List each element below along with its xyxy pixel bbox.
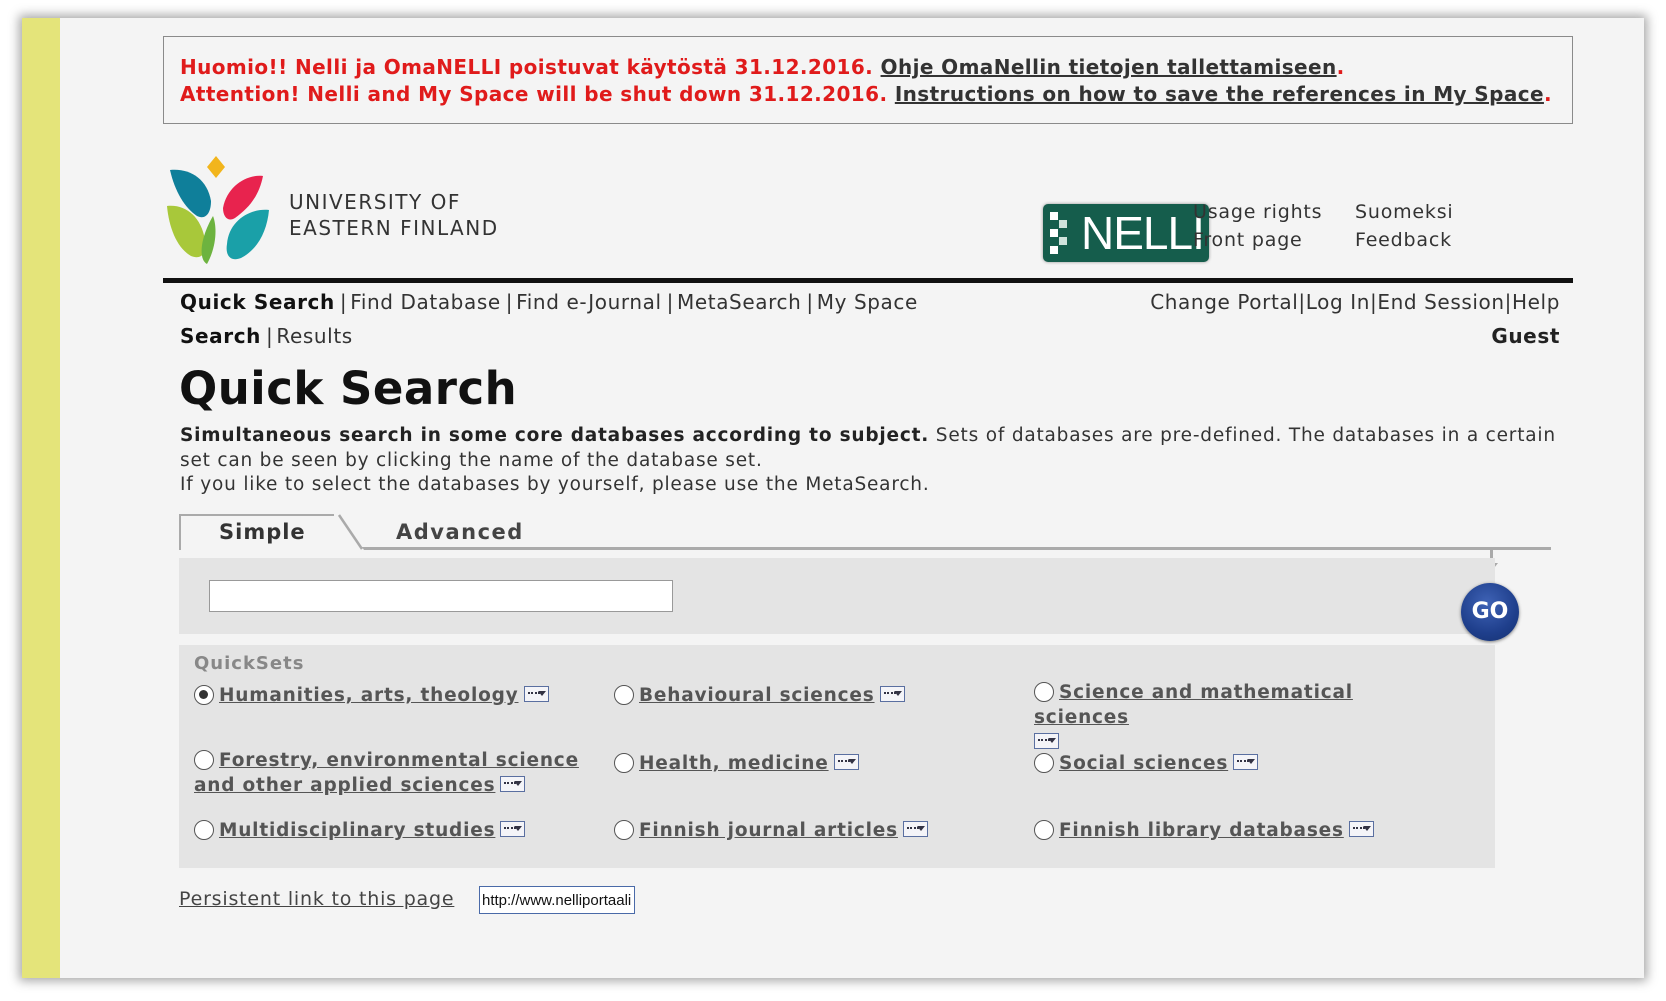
notice-line-en: Attention! Nelli and My Space will be sh… bbox=[180, 82, 1552, 106]
quickset-link-science[interactable]: Science and mathematical sciences bbox=[1034, 682, 1353, 728]
tabs-baseline bbox=[179, 547, 1551, 550]
university-logo-icon bbox=[167, 156, 269, 264]
nav-quick-search[interactable]: Quick Search bbox=[180, 290, 335, 314]
account-nav: Change Portal|Log In|End Session|Help bbox=[1150, 290, 1560, 314]
info-icon[interactable] bbox=[500, 821, 526, 837]
search-input[interactable] bbox=[209, 580, 673, 612]
quickset-item: Science and mathematical sciences bbox=[1034, 680, 1454, 755]
quickset-item: Multidisciplinary studies bbox=[194, 818, 526, 843]
nelli-dots-icon bbox=[1050, 212, 1067, 254]
info-icon[interactable] bbox=[1348, 821, 1374, 837]
header-links-col1: Usage rights Front page bbox=[1193, 198, 1322, 254]
subnav-search[interactable]: Search bbox=[180, 324, 261, 348]
tab-simple[interactable]: Simple bbox=[179, 514, 339, 550]
persistent-link-field[interactable] bbox=[479, 886, 635, 914]
info-icon[interactable] bbox=[1233, 754, 1259, 770]
search-panel bbox=[179, 558, 1495, 634]
front-page-link[interactable]: Front page bbox=[1193, 226, 1322, 254]
quickset-radio-behavioural[interactable] bbox=[614, 685, 634, 705]
nav-my-space[interactable]: My Space bbox=[817, 290, 918, 314]
quickset-link-health[interactable]: Health, medicine bbox=[639, 753, 829, 774]
nav-help[interactable]: Help bbox=[1512, 290, 1560, 314]
header-divider bbox=[163, 278, 1573, 283]
nav-log-in[interactable]: Log In bbox=[1306, 290, 1370, 314]
quickset-link-multidisciplinary[interactable]: Multidisciplinary studies bbox=[219, 820, 495, 841]
quickset-link-behavioural[interactable]: Behavioural sciences bbox=[639, 685, 875, 706]
primary-nav: Quick Search | Find Database | Find e-Journa… bbox=[180, 290, 918, 314]
side-accent-bar bbox=[22, 18, 60, 978]
quickset-item: Humanities, arts, theology bbox=[194, 683, 549, 708]
quickset-item: Health, medicine bbox=[614, 751, 859, 776]
nav-change-portal[interactable]: Change Portal bbox=[1150, 290, 1298, 314]
quickset-radio-finnish-library[interactable] bbox=[1034, 820, 1054, 840]
quickset-radio-science[interactable] bbox=[1034, 682, 1054, 702]
tab-simple-edge bbox=[334, 514, 364, 550]
tab-advanced[interactable]: Advanced bbox=[396, 520, 524, 544]
page-description: Simultaneous search in some core databas… bbox=[180, 425, 1556, 495]
quickset-item: Finnish journal articles bbox=[614, 818, 928, 843]
quickset-link-social[interactable]: Social sciences bbox=[1059, 753, 1228, 774]
quicksets-label: QuickSets bbox=[194, 653, 305, 674]
persistent-link-label[interactable]: Persistent link to this page bbox=[179, 888, 454, 910]
persistent-link: Persistent link to this page bbox=[179, 888, 454, 910]
info-icon[interactable] bbox=[879, 686, 905, 702]
subnav-results[interactable]: Results bbox=[276, 324, 352, 348]
nelli-logo-text: NELLI bbox=[1081, 207, 1205, 259]
notice-link-en[interactable]: Instructions on how to save the referenc… bbox=[895, 82, 1544, 106]
quickset-radio-health[interactable] bbox=[614, 753, 634, 773]
quickset-link-finnish-library[interactable]: Finnish library databases bbox=[1059, 820, 1344, 841]
info-icon[interactable] bbox=[902, 821, 928, 837]
suomeksi-link[interactable]: Suomeksi bbox=[1355, 198, 1454, 226]
quickset-item: Behavioural sciences bbox=[614, 683, 905, 708]
browser-viewport: Huomio!! Nelli ja OmaNELLI poistuvat käy… bbox=[22, 18, 1644, 978]
quickset-link-humanities[interactable]: Humanities, arts, theology bbox=[219, 685, 519, 706]
nelli-logo[interactable]: NELLI bbox=[1043, 204, 1209, 262]
nav-find-ejournal[interactable]: Find e-Journal bbox=[516, 290, 662, 314]
nav-find-database[interactable]: Find Database bbox=[350, 290, 501, 314]
quickset-item: Finnish library databases bbox=[1034, 818, 1374, 843]
page-title: Quick Search bbox=[179, 362, 518, 415]
quickset-item: Social sciences bbox=[1034, 751, 1259, 776]
quickset-radio-social[interactable] bbox=[1034, 753, 1054, 773]
usage-rights-link[interactable]: Usage rights bbox=[1193, 198, 1322, 226]
notice-link-fi[interactable]: Ohje OmaNellin tietojen tallettamiseen bbox=[881, 55, 1337, 79]
secondary-nav: Search | Results bbox=[180, 324, 353, 348]
quicksets-panel: QuickSets Humanities, arts, theology Beh… bbox=[179, 645, 1495, 868]
user-status: Guest bbox=[1491, 324, 1560, 348]
quickset-radio-multidisciplinary[interactable] bbox=[194, 820, 214, 840]
quickset-radio-humanities[interactable] bbox=[194, 685, 214, 705]
quickset-item: Forestry, environmental science and othe… bbox=[194, 748, 594, 798]
notice-line-fi: Huomio!! Nelli ja OmaNELLI poistuvat käy… bbox=[180, 55, 1345, 79]
header-links-col2: Suomeksi Feedback bbox=[1355, 198, 1454, 254]
info-icon[interactable] bbox=[1034, 733, 1059, 749]
shutdown-notice: Huomio!! Nelli ja OmaNELLI poistuvat käy… bbox=[163, 36, 1573, 124]
university-name: UNIVERSITY OF EASTERN FINLAND bbox=[289, 190, 499, 240]
go-button[interactable]: GO bbox=[1461, 583, 1519, 641]
info-icon[interactable] bbox=[833, 754, 859, 770]
info-icon[interactable] bbox=[500, 776, 526, 792]
nav-end-session[interactable]: End Session bbox=[1377, 290, 1504, 314]
feedback-link[interactable]: Feedback bbox=[1355, 226, 1454, 254]
info-icon[interactable] bbox=[523, 686, 549, 702]
quickset-radio-finnish-journals[interactable] bbox=[614, 820, 634, 840]
quickset-radio-forestry[interactable] bbox=[194, 750, 214, 770]
quickset-link-finnish-journals[interactable]: Finnish journal articles bbox=[639, 820, 898, 841]
nav-metasearch[interactable]: MetaSearch bbox=[677, 290, 801, 314]
